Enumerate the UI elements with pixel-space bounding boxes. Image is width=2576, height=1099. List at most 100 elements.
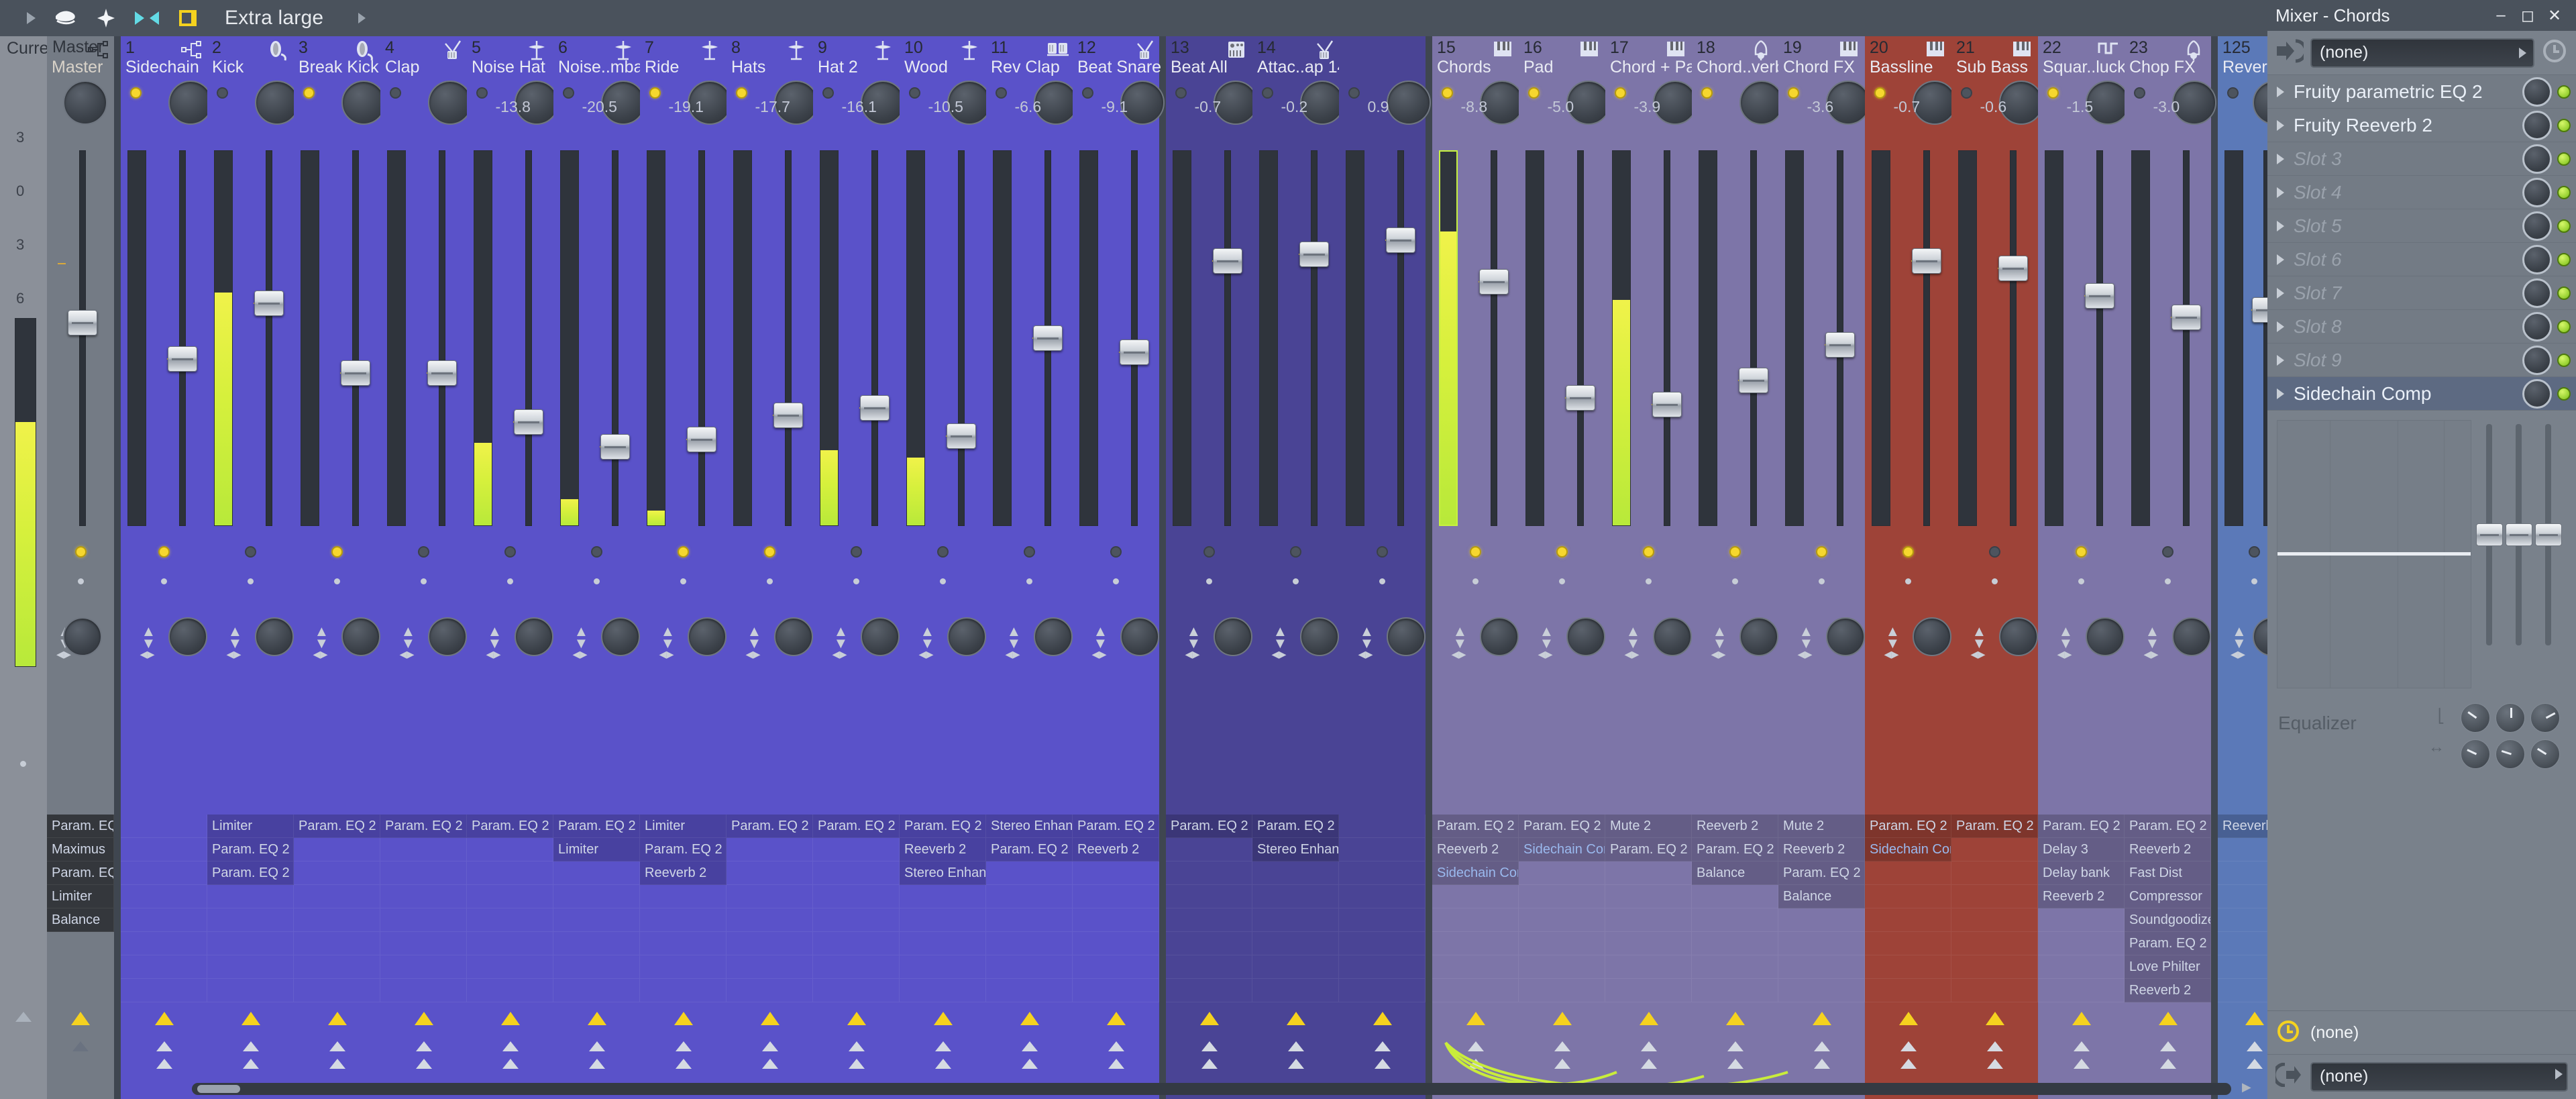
current-strip[interactable]: Current 30360 [0, 36, 62, 1099]
channel-knob[interactable] [255, 617, 294, 656]
track-send-arrow[interactable] [327, 1012, 347, 1025]
track-send-area[interactable] [2038, 1002, 2125, 1083]
plugin-slot-label[interactable]: Mute 2 [1778, 815, 1865, 838]
track-send-area[interactable] [1166, 1002, 1252, 1083]
track-route-arrow-1[interactable] [588, 1041, 605, 1051]
channel-knob[interactable] [1653, 617, 1692, 656]
plugin-slot-label[interactable]: Param. EQ 2 [1778, 861, 1865, 885]
track-name[interactable]: Clap [385, 58, 419, 77]
channel-knob[interactable] [1387, 617, 1426, 656]
track-stereo-sep[interactable]: ◂▸ [833, 645, 847, 663]
plugin-slot-label[interactable] [2038, 908, 2125, 932]
plugin-slot-label[interactable] [2038, 979, 2125, 1002]
track-led[interactable] [1874, 87, 1886, 99]
track-stereo-sep[interactable]: ◂▸ [486, 645, 501, 663]
plugin-slot-label[interactable] [727, 885, 813, 908]
master-led[interactable] [75, 546, 87, 558]
plugin-slot-label[interactable] [294, 932, 380, 955]
plugin-slot-label[interactable]: Compressor [2125, 885, 2211, 908]
plugin-slot-label[interactable] [467, 908, 553, 932]
effect-slot-9[interactable]: Slot 9 [2267, 344, 2576, 377]
plugin-slot-label[interactable] [294, 885, 380, 908]
track-send-arrow[interactable] [1199, 1012, 1219, 1025]
mixer-track-4[interactable]: 4 Clap ▲ ▼ ◂▸ Param. EQ 2 [380, 36, 472, 1099]
track-route-arrow-2[interactable] [1201, 1059, 1218, 1069]
plugin-slot-label[interactable] [1951, 955, 2038, 979]
plugin-slot-label[interactable] [294, 908, 380, 932]
track-fader-handle[interactable] [2252, 297, 2267, 323]
track-solo-dot[interactable] [2251, 578, 2257, 584]
effect-enable-led[interactable] [2557, 118, 2571, 132]
track-fader-track[interactable] [1923, 150, 1930, 526]
effect-mix-knob[interactable] [2522, 144, 2552, 174]
channel-knob[interactable] [1566, 617, 1605, 656]
track-send-arrow[interactable] [154, 1012, 174, 1025]
plugin-slot-label[interactable]: Reeverb 2 [2218, 815, 2267, 838]
eq-handle-mid[interactable] [2506, 523, 2532, 546]
plugin-slot-label[interactable] [1073, 955, 1159, 979]
plugin-slot-label[interactable] [294, 838, 380, 861]
track-arm-led[interactable] [417, 546, 429, 558]
track-stereo-sep[interactable]: ◂▸ [1358, 645, 1373, 663]
plugin-slot-label[interactable] [813, 908, 900, 932]
plugin-slot-label[interactable] [1778, 979, 1865, 1002]
plugin-slot-label[interactable]: Reeverb 2 [900, 838, 986, 861]
plugin-slot-label[interactable] [380, 979, 467, 1002]
track-header[interactable]: 3 Break Kick [294, 36, 380, 76]
plugin-slot-label[interactable]: Stereo Enhancer [986, 815, 1073, 838]
track-fader-track[interactable] [1664, 150, 1670, 526]
track-arm-led[interactable] [1289, 546, 1301, 558]
track-send-area[interactable] [900, 1002, 986, 1083]
track-header[interactable]: 6 Noise..mbal [553, 36, 647, 76]
plugin-slot-label[interactable] [1073, 861, 1159, 885]
channel-knob[interactable] [341, 81, 386, 125]
close-icon[interactable]: ✕ [2541, 4, 2568, 27]
track-solo-dot[interactable] [593, 578, 600, 584]
track-header[interactable] [1339, 36, 1426, 76]
mixer-track-1[interactable]: 1 Sidechain ▲ ▼ ◂▸ [121, 36, 213, 1099]
plugin-slot-label[interactable] [1519, 885, 1605, 908]
plugin-slot-label[interactable]: Param. EQ 2 [2125, 815, 2211, 838]
track-led[interactable] [390, 87, 401, 99]
track-fader-track[interactable] [1311, 150, 1318, 526]
plugin-slot-label[interactable] [121, 908, 207, 932]
plugin-slot-label[interactable] [1166, 979, 1252, 1002]
track-header[interactable]: 7 Ride [640, 36, 727, 76]
plugin-slot-label[interactable] [380, 908, 467, 932]
track-solo-dot[interactable] [506, 578, 513, 584]
plugin-slot-label[interactable] [1432, 979, 1519, 1002]
plugin-slot-label[interactable] [121, 932, 207, 955]
track-name[interactable]: Sub Bass [1956, 58, 2028, 77]
track-name[interactable]: Noise..mbal [558, 58, 647, 77]
track-fader-track[interactable] [1131, 150, 1138, 526]
plugin-slot-label[interactable] [553, 885, 640, 908]
track-name[interactable]: Beat All [1171, 58, 1228, 77]
plugin-slot-label[interactable] [467, 932, 553, 955]
track-fader-handle[interactable] [168, 346, 197, 372]
track-fader-handle[interactable] [1739, 367, 1768, 393]
mixer-track-3[interactable]: 3 Break Kick ▲ ▼ ◂▸ Param. EQ 2 [294, 36, 386, 1099]
track-fader-handle[interactable] [427, 360, 457, 386]
plugin-slot-label[interactable] [1778, 955, 1865, 979]
plugin-slot-label[interactable] [121, 838, 207, 861]
track-stereo-sep[interactable]: ◂▸ [227, 645, 241, 663]
plugin-slot-label[interactable]: Reeverb 2 [640, 861, 727, 885]
plugin-slot-label[interactable] [1951, 838, 2038, 861]
track-name[interactable]: Rever..Send [2222, 58, 2267, 77]
track-route-arrow-2[interactable] [242, 1059, 259, 1069]
plugin-slot-label[interactable] [986, 979, 1073, 1002]
mixer-track-19[interactable]: 19 Chord FX -3.6 ▲ ▼ ◂▸ Mute 2 Reeverb 2 Pa… [1778, 36, 1870, 1099]
master-send-arrow[interactable] [71, 1012, 90, 1025]
track-header[interactable]: 21 Sub Bass [1951, 36, 2038, 76]
effect-slot-7[interactable]: Slot 7 [2267, 276, 2576, 310]
track-send-area[interactable] [640, 1002, 727, 1083]
track-header[interactable]: 125 Rever..Send [2218, 36, 2267, 76]
track-fader-handle[interactable] [2085, 283, 2114, 309]
track-header[interactable]: 10 Wood [900, 36, 986, 76]
plugin-slot-label[interactable] [2218, 932, 2267, 955]
track-send-area[interactable] [467, 1002, 553, 1083]
track-header[interactable]: 17 Chord + Pad [1605, 36, 1705, 76]
plugin-slot-label[interactable] [1865, 861, 1951, 885]
track-fader-handle[interactable] [773, 402, 803, 428]
track-stereo-sep[interactable]: ◂▸ [140, 645, 155, 663]
